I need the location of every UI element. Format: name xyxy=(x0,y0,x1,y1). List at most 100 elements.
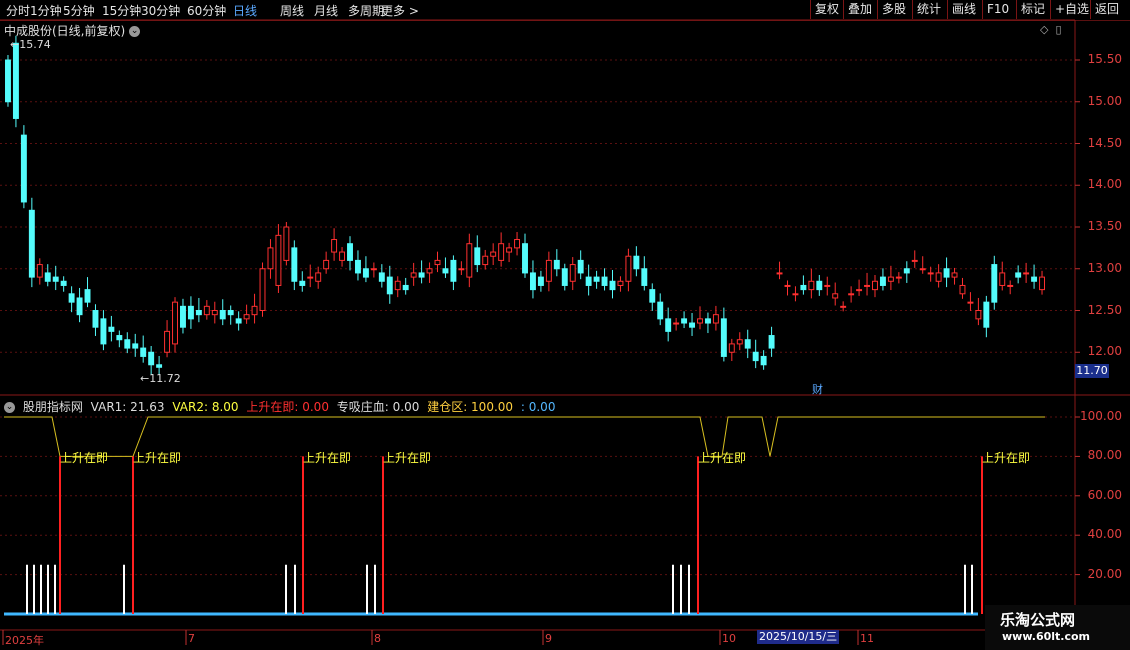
candle-body xyxy=(60,280,67,286)
candle-body xyxy=(800,284,807,291)
candle-body xyxy=(1023,272,1030,275)
candle-body xyxy=(911,259,918,262)
candle-body xyxy=(784,284,791,287)
candle-body xyxy=(903,268,910,274)
candle-body xyxy=(370,268,377,271)
var1-value: VAR1: 21.63 xyxy=(90,400,165,414)
candle-body xyxy=(203,305,210,316)
candle-body xyxy=(681,318,688,324)
date-label: 9 xyxy=(545,632,552,645)
price-chart[interactable] xyxy=(0,0,1130,650)
candlesticks xyxy=(5,35,1045,375)
candle-body xyxy=(967,301,974,304)
candle-body xyxy=(362,268,369,278)
high-value: 15.74 xyxy=(19,38,51,51)
candle-body xyxy=(665,318,672,332)
candle-body xyxy=(625,255,632,282)
candle-body xyxy=(673,322,680,325)
candle-body xyxy=(999,272,1006,286)
candle-body xyxy=(824,284,831,287)
candle-body xyxy=(5,59,11,103)
var2-value: VAR2: 8.00 xyxy=(172,400,239,414)
candle-body xyxy=(585,276,592,286)
candle-body xyxy=(712,314,719,324)
candle-body xyxy=(593,276,600,282)
candle-body xyxy=(697,318,703,324)
candle-body xyxy=(148,351,155,366)
low-value: 11.72 xyxy=(149,372,181,385)
indicator-name[interactable]: 股朋指标网 xyxy=(23,400,83,414)
candle-body xyxy=(959,284,966,295)
candle-body xyxy=(577,259,584,274)
signal-label: 上升在即 xyxy=(698,451,747,465)
watermark-url: www.60lt.com xyxy=(1002,630,1091,643)
signal-label: 上升在即 xyxy=(133,451,182,465)
candle-body xyxy=(490,251,497,257)
candle-body xyxy=(36,264,43,278)
finance-marker[interactable]: 财 xyxy=(812,381,823,397)
candle-body xyxy=(180,305,186,328)
current-price-tag: 11.70 xyxy=(1075,364,1109,378)
candle-body xyxy=(235,318,242,324)
candle-body xyxy=(410,272,417,278)
candle-body xyxy=(991,264,998,303)
candle-body xyxy=(832,293,839,299)
candle-body xyxy=(1015,272,1022,278)
selected-date: 2025/10/15/三 xyxy=(757,630,840,644)
candle-body xyxy=(251,305,258,316)
indicator-tick-label: 60.00 xyxy=(1087,487,1122,502)
candle-body xyxy=(760,355,767,366)
candle-body xyxy=(744,339,751,349)
date-label: 11 xyxy=(860,632,874,645)
date-label: 8 xyxy=(374,632,381,645)
candle-body xyxy=(553,259,560,270)
candle-body xyxy=(657,301,664,320)
signal-label: 上升在即 xyxy=(982,451,1031,465)
candle-body xyxy=(641,268,648,286)
jian-value: 建仓区: 100.00 xyxy=(427,400,514,414)
chevron-down-icon[interactable]: ⌄ xyxy=(4,402,15,413)
candle-body xyxy=(140,347,147,357)
price-tick-label: 15.00 xyxy=(1087,93,1122,108)
candle-body xyxy=(506,247,513,253)
candle-body xyxy=(649,289,656,303)
candle-body xyxy=(76,297,83,316)
signal-label: 上升在即 xyxy=(303,451,352,465)
candle-body xyxy=(20,134,27,203)
candle-body xyxy=(498,243,505,261)
candle-body xyxy=(728,343,735,353)
candle-body xyxy=(378,272,385,282)
candle-body xyxy=(28,209,35,278)
candle-body xyxy=(402,284,409,291)
candle-body xyxy=(752,351,759,362)
candle-body xyxy=(195,310,202,316)
candle-body xyxy=(450,259,457,282)
candle-body xyxy=(840,305,847,308)
watermark-title: 乐淘公式网 xyxy=(1000,611,1076,629)
candle-body xyxy=(569,264,576,282)
candle-body xyxy=(720,318,727,357)
candle-body xyxy=(633,255,640,270)
candle-body xyxy=(816,280,823,291)
candle-body xyxy=(418,272,425,278)
candle-body xyxy=(426,268,433,274)
candle-body xyxy=(943,268,950,278)
candle-body xyxy=(776,272,783,275)
candle-body xyxy=(529,272,536,291)
candle-body xyxy=(227,310,234,316)
candle-body xyxy=(458,268,465,271)
candle-body xyxy=(736,339,743,345)
price-tick-label: 14.00 xyxy=(1087,177,1122,192)
candle-body xyxy=(617,280,624,286)
candle-body xyxy=(704,318,711,324)
candle-body xyxy=(482,255,489,266)
candle-body xyxy=(808,280,815,291)
signal-label: 上升在即 xyxy=(60,451,109,465)
indicator-tick-label: 20.00 xyxy=(1087,566,1122,581)
candle-body xyxy=(689,322,696,328)
candle-body xyxy=(394,280,401,291)
candle-body xyxy=(537,276,544,286)
date-label: 7 xyxy=(188,632,195,645)
zhuan-value: 专吸庄血: 0.00 xyxy=(336,400,420,414)
extra-value: : 0.00 xyxy=(520,400,556,414)
